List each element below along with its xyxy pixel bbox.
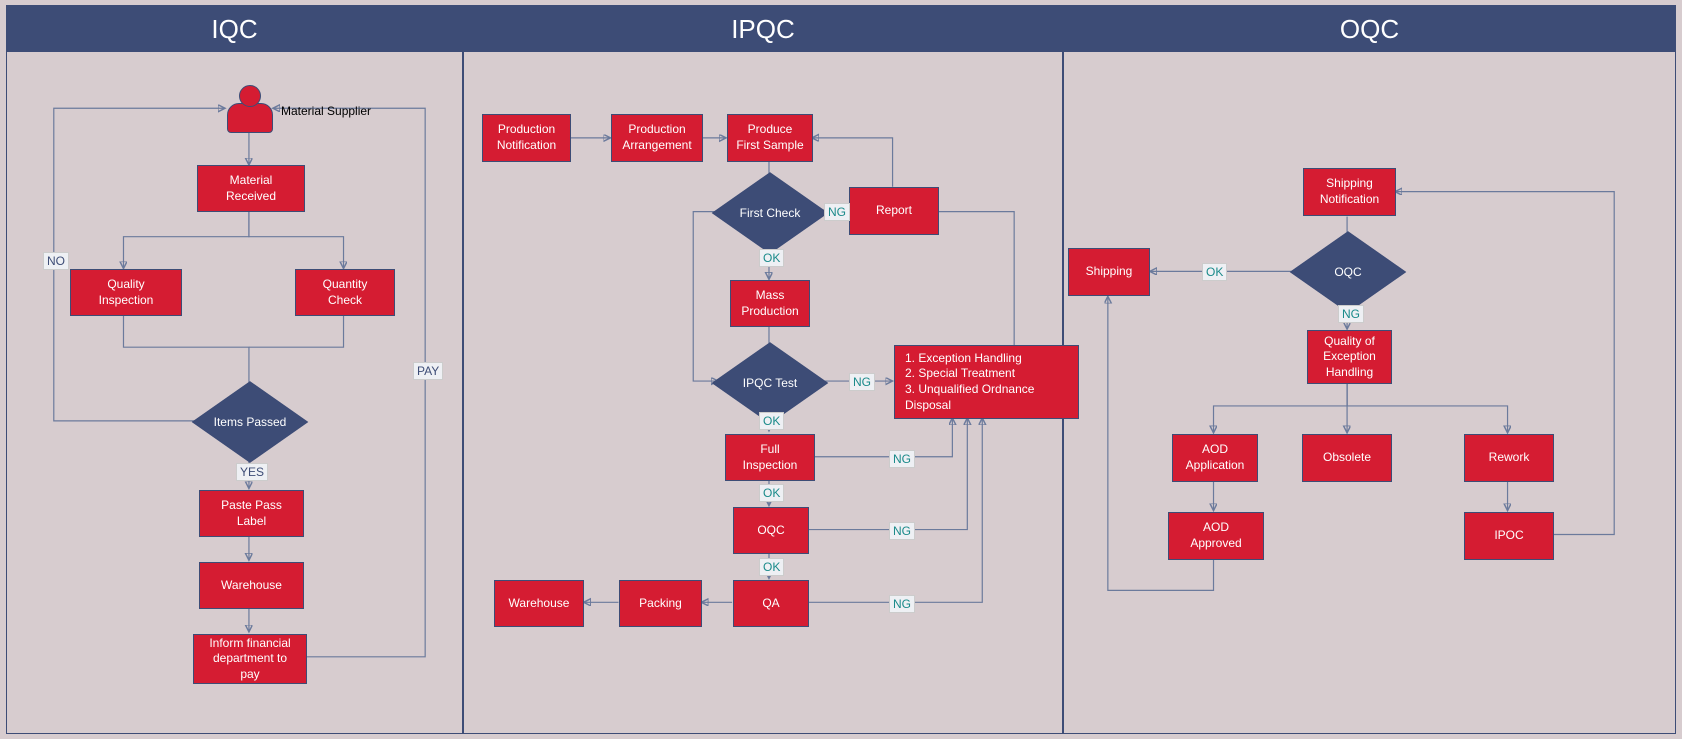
node-shipping: Shipping (1068, 248, 1150, 296)
edge-first-check-ok: OK (759, 249, 784, 267)
swimlane-oqc: OQC Shipping Notification OQC Shipping (1063, 5, 1676, 734)
node-oqc-decision: OQC (1298, 242, 1398, 302)
edge-label-pay: PAY (413, 362, 443, 380)
edge-first-check-ng: NG (824, 203, 850, 221)
node-mass-production: Mass Production (730, 280, 810, 327)
edge-oqc-ng: NG (1338, 305, 1364, 323)
swimlane-iqc-header: IQC (7, 6, 462, 52)
edge-full-insp-ok: OK (759, 484, 784, 502)
node-exception-handling: 1. Exception Handling 2. Special Treatme… (894, 345, 1079, 419)
node-oqc-ipqc: OQC (733, 507, 809, 554)
swimlane-iqc: IQC Material Supplier Material Received (6, 5, 463, 734)
node-quantity-check: Quantity Check (295, 269, 395, 316)
node-report: Report (849, 187, 939, 235)
node-production-notification: Production Notification (482, 114, 571, 162)
edge-ipqc-test-ok: OK (759, 412, 784, 430)
node-ipoc: IPOC (1464, 512, 1554, 560)
edge-oqc-ok: OK (1202, 263, 1227, 281)
edge-label-no: NO (43, 252, 69, 270)
node-warehouse-iqc: Warehouse (199, 562, 304, 609)
edge-oqc-ng: NG (889, 522, 915, 540)
node-aod-approved: AOD Approved (1168, 512, 1264, 560)
node-rework: Rework (1464, 434, 1554, 482)
swimlane-oqc-header: OQC (1064, 6, 1675, 52)
oqc-arrows (1064, 52, 1675, 733)
node-qa: QA (733, 580, 809, 627)
edge-full-insp-ng: NG (889, 450, 915, 468)
edge-ipqc-test-ng: NG (849, 373, 875, 391)
node-full-inspection: Full Inspection (725, 434, 815, 481)
node-paste-pass-label: Paste Pass Label (199, 490, 304, 537)
node-packing: Packing (619, 580, 702, 627)
node-production-arrangement: Production Arrangement (611, 114, 703, 162)
node-shipping-notification: Shipping Notification (1303, 168, 1396, 216)
node-aod-application: AOD Application (1172, 434, 1258, 482)
node-first-check: First Check (720, 183, 820, 243)
node-quality-inspection: Quality Inspection (70, 269, 182, 316)
node-material-received: Material Received (197, 165, 305, 212)
node-items-passed: Items Passed (200, 392, 300, 452)
node-quality-exception: Quality of Exception Handling (1307, 330, 1392, 384)
node-inform-pay: Inform financial department to pay (193, 634, 307, 684)
node-warehouse-ipqc: Warehouse (494, 580, 584, 627)
node-produce-first-sample: Produce First Sample (727, 114, 813, 162)
node-obsolete: Obsolete (1302, 434, 1392, 482)
edge-oqc-ok: OK (759, 558, 784, 576)
node-ipqc-test: IPQC Test (720, 353, 820, 413)
swimlane-ipqc: IPQC Producti (463, 5, 1063, 734)
edge-qa-ng: NG (889, 595, 915, 613)
actor-material-supplier-label: Material Supplier (281, 104, 371, 118)
swimlane-ipqc-header: IPQC (464, 6, 1062, 52)
edge-label-yes: YES (236, 463, 268, 481)
